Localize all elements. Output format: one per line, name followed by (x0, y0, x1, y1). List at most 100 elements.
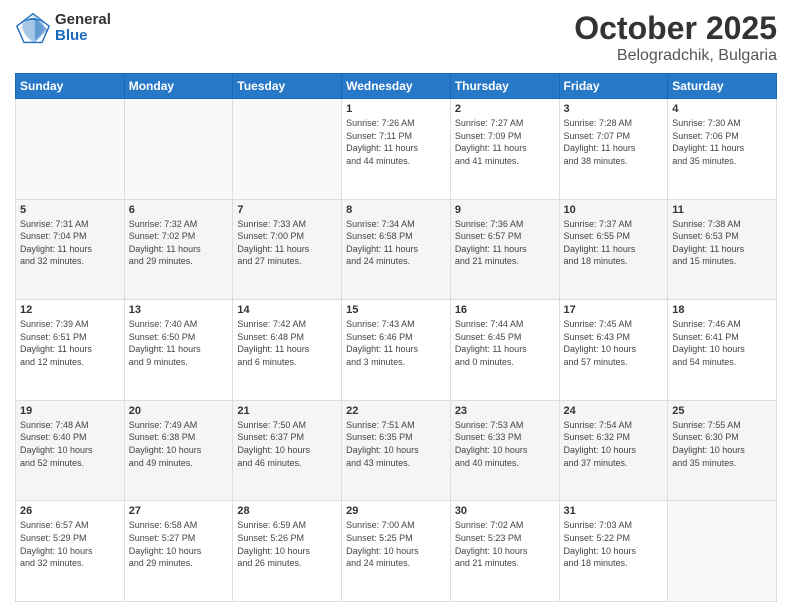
day-number: 8 (346, 204, 446, 216)
day-number: 12 (20, 304, 120, 316)
day-cell: 18 Sunrise: 7:46 AM Sunset: 6:41 PM Dayli… (668, 300, 777, 401)
day-number: 6 (129, 204, 229, 216)
day-cell: 10 Sunrise: 7:37 AM Sunset: 6:55 PM Dayli… (559, 199, 668, 300)
day-header-monday: Monday (124, 74, 233, 99)
day-cell: 29Sunrise: 7:00 AM Sunset: 5:25 PM Dayli… (342, 501, 451, 602)
day-cell: 1 Sunrise: 7:26 AM Sunset: 7:11 PM Daylig… (342, 99, 451, 200)
day-number: 7 (237, 204, 337, 216)
day-number: 27 (129, 505, 229, 517)
day-cell (668, 501, 777, 602)
day-info: Sunrise: 7:46 AM Sunset: 6:41 PM Dayligh… (672, 318, 772, 368)
day-number: 28 (237, 505, 337, 517)
day-cell (124, 99, 233, 200)
day-cell: 30 Sunrise: 7:02 AM Sunset: 5:23 PM Dayli… (450, 501, 559, 602)
day-header-wednesday: Wednesday (342, 74, 451, 99)
day-number: 2 (455, 103, 555, 115)
day-cell: 28 Sunrise: 6:59 AM Sunset: 5:26 PM Dayli… (233, 501, 342, 602)
day-number: 30 (455, 505, 555, 517)
day-cell: 14 Sunrise: 7:42 AM Sunset: 6:48 PM Dayli… (233, 300, 342, 401)
day-info: Sunrise: 7:03 AM Sunset: 5:22 PM Dayligh… (564, 519, 664, 569)
day-info: Sunrise: 7:34 AM Sunset: 6:58 PM Dayligh… (346, 218, 446, 268)
day-cell: 7 Sunrise: 7:33 AM Sunset: 7:00 PM Daylig… (233, 199, 342, 300)
page: General Blue October 2025 Belogradchik, … (0, 0, 792, 612)
header-row: SundayMondayTuesdayWednesdayThursdayFrid… (16, 74, 777, 99)
day-cell: 8 Sunrise: 7:34 AM Sunset: 6:58 PM Daylig… (342, 199, 451, 300)
day-cell: 15Sunrise: 7:43 AM Sunset: 6:46 PM Dayli… (342, 300, 451, 401)
day-cell: 20 Sunrise: 7:49 AM Sunset: 6:38 PM Dayli… (124, 400, 233, 501)
day-info: Sunrise: 7:48 AM Sunset: 6:40 PM Dayligh… (20, 419, 120, 469)
day-number: 22 (346, 405, 446, 417)
week-row-4: 19 Sunrise: 7:48 AM Sunset: 6:40 PM Dayli… (16, 400, 777, 501)
day-number: 25 (672, 405, 772, 417)
day-info: Sunrise: 7:51 AM Sunset: 6:35 PM Dayligh… (346, 419, 446, 469)
day-number: 14 (237, 304, 337, 316)
day-info: Sunrise: 6:57 AM Sunset: 5:29 PM Dayligh… (20, 519, 120, 569)
day-number: 13 (129, 304, 229, 316)
day-info: Sunrise: 6:59 AM Sunset: 5:26 PM Dayligh… (237, 519, 337, 569)
logo-icon (15, 10, 51, 46)
day-number: 1 (346, 103, 446, 115)
day-cell: 31Sunrise: 7:03 AM Sunset: 5:22 PM Dayli… (559, 501, 668, 602)
day-cell: 19 Sunrise: 7:48 AM Sunset: 6:40 PM Dayli… (16, 400, 125, 501)
day-number: 19 (20, 405, 120, 417)
day-number: 16 (455, 304, 555, 316)
day-info: Sunrise: 7:40 AM Sunset: 6:50 PM Dayligh… (129, 318, 229, 368)
day-header-saturday: Saturday (668, 74, 777, 99)
day-header-friday: Friday (559, 74, 668, 99)
day-info: Sunrise: 7:26 AM Sunset: 7:11 PM Dayligh… (346, 117, 446, 167)
day-number: 17 (564, 304, 664, 316)
day-info: Sunrise: 7:36 AM Sunset: 6:57 PM Dayligh… (455, 218, 555, 268)
day-info: Sunrise: 7:53 AM Sunset: 6:33 PM Dayligh… (455, 419, 555, 469)
day-info: Sunrise: 7:02 AM Sunset: 5:23 PM Dayligh… (455, 519, 555, 569)
day-number: 3 (564, 103, 664, 115)
day-cell: 25 Sunrise: 7:55 AM Sunset: 6:30 PM Dayli… (668, 400, 777, 501)
day-cell: 12Sunrise: 7:39 AM Sunset: 6:51 PM Dayli… (16, 300, 125, 401)
day-header-sunday: Sunday (16, 74, 125, 99)
day-number: 15 (346, 304, 446, 316)
logo-blue-text: Blue (55, 28, 111, 45)
day-cell: 3 Sunrise: 7:28 AM Sunset: 7:07 PM Daylig… (559, 99, 668, 200)
day-info: Sunrise: 7:31 AM Sunset: 7:04 PM Dayligh… (20, 218, 120, 268)
week-row-5: 26Sunrise: 6:57 AM Sunset: 5:29 PM Dayli… (16, 501, 777, 602)
day-info: Sunrise: 7:54 AM Sunset: 6:32 PM Dayligh… (564, 419, 664, 469)
day-number: 23 (455, 405, 555, 417)
day-number: 18 (672, 304, 772, 316)
day-header-tuesday: Tuesday (233, 74, 342, 99)
day-cell: 21Sunrise: 7:50 AM Sunset: 6:37 PM Dayli… (233, 400, 342, 501)
calendar-title: October 2025 (574, 10, 777, 47)
day-info: Sunrise: 7:45 AM Sunset: 6:43 PM Dayligh… (564, 318, 664, 368)
day-cell: 16 Sunrise: 7:44 AM Sunset: 6:45 PM Dayli… (450, 300, 559, 401)
title-block: October 2025 Belogradchik, Bulgaria (574, 10, 777, 65)
day-info: Sunrise: 7:55 AM Sunset: 6:30 PM Dayligh… (672, 419, 772, 469)
week-row-3: 12Sunrise: 7:39 AM Sunset: 6:51 PM Dayli… (16, 300, 777, 401)
day-cell: 6Sunrise: 7:32 AM Sunset: 7:02 PM Daylig… (124, 199, 233, 300)
day-info: Sunrise: 7:37 AM Sunset: 6:55 PM Dayligh… (564, 218, 664, 268)
day-cell (233, 99, 342, 200)
day-number: 24 (564, 405, 664, 417)
calendar-table: SundayMondayTuesdayWednesdayThursdayFrid… (15, 73, 777, 602)
calendar-subtitle: Belogradchik, Bulgaria (574, 47, 777, 65)
day-info: Sunrise: 7:30 AM Sunset: 7:06 PM Dayligh… (672, 117, 772, 167)
day-cell: 17 Sunrise: 7:45 AM Sunset: 6:43 PM Dayli… (559, 300, 668, 401)
logo-text: General Blue (55, 12, 111, 45)
day-number: 10 (564, 204, 664, 216)
day-number: 11 (672, 204, 772, 216)
day-info: Sunrise: 7:49 AM Sunset: 6:38 PM Dayligh… (129, 419, 229, 469)
day-number: 4 (672, 103, 772, 115)
logo: General Blue (15, 10, 111, 46)
day-cell: 24 Sunrise: 7:54 AM Sunset: 6:32 PM Dayli… (559, 400, 668, 501)
day-number: 5 (20, 204, 120, 216)
day-cell: 4 Sunrise: 7:30 AM Sunset: 7:06 PM Daylig… (668, 99, 777, 200)
day-info: Sunrise: 7:28 AM Sunset: 7:07 PM Dayligh… (564, 117, 664, 167)
day-info: Sunrise: 6:58 AM Sunset: 5:27 PM Dayligh… (129, 519, 229, 569)
week-row-1: 1 Sunrise: 7:26 AM Sunset: 7:11 PM Daylig… (16, 99, 777, 200)
day-info: Sunrise: 7:00 AM Sunset: 5:25 PM Dayligh… (346, 519, 446, 569)
day-cell: 2Sunrise: 7:27 AM Sunset: 7:09 PM Daylig… (450, 99, 559, 200)
day-cell (16, 99, 125, 200)
day-info: Sunrise: 7:33 AM Sunset: 7:00 PM Dayligh… (237, 218, 337, 268)
day-number: 9 (455, 204, 555, 216)
day-cell: 27 Sunrise: 6:58 AM Sunset: 5:27 PM Dayli… (124, 501, 233, 602)
day-number: 20 (129, 405, 229, 417)
day-info: Sunrise: 7:42 AM Sunset: 6:48 PM Dayligh… (237, 318, 337, 368)
day-info: Sunrise: 7:44 AM Sunset: 6:45 PM Dayligh… (455, 318, 555, 368)
